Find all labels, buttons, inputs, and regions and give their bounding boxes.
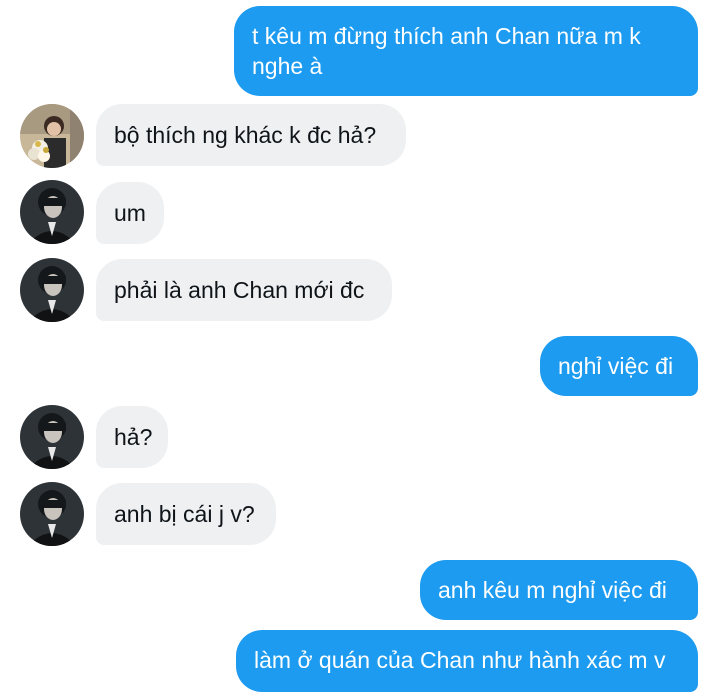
avatar[interactable] — [20, 482, 84, 546]
avatar[interactable] — [20, 258, 84, 322]
message-text: nghỉ việc đi — [558, 353, 674, 379]
outgoing-message[interactable]: nghỉ việc đi — [540, 336, 698, 396]
outgoing-message[interactable]: anh kêu m nghỉ việc đi — [420, 560, 698, 620]
conversation-view: { "conversation": { "messages": [ {"send… — [0, 0, 720, 697]
avatar[interactable] — [20, 405, 84, 469]
message-text: hả? — [114, 424, 153, 450]
message-text: phải là anh Chan mới đc — [114, 277, 365, 303]
profile-photo-icon — [20, 405, 84, 469]
message-text: anh bị cái j v? — [114, 501, 255, 527]
outgoing-message[interactable]: t kêu m đừng thích anh Chan nữa m k nghe… — [234, 6, 698, 96]
avatar[interactable] — [20, 180, 84, 244]
profile-photo-icon — [20, 482, 84, 546]
message-text: um — [114, 200, 146, 226]
message-text: làm ở quán của Chan như hành xác m v — [254, 647, 666, 673]
incoming-message[interactable]: hả? — [96, 406, 168, 468]
profile-photo-icon — [20, 104, 84, 168]
profile-photo-icon — [20, 180, 84, 244]
profile-photo-icon — [20, 258, 84, 322]
message-text-line: t kêu m đừng thích anh Chan nữa m k — [252, 23, 641, 49]
message-text-line: nghe à — [252, 53, 323, 79]
outgoing-message[interactable]: làm ở quán của Chan như hành xác m v — [236, 630, 698, 692]
avatar[interactable] — [20, 104, 84, 168]
incoming-message[interactable]: anh bị cái j v? — [96, 483, 276, 545]
incoming-message[interactable]: phải là anh Chan mới đc — [96, 259, 392, 321]
incoming-message[interactable]: um — [96, 182, 164, 244]
message-text: bộ thích ng khác k đc hả? — [114, 122, 377, 148]
message-text: anh kêu m nghỉ việc đi — [438, 577, 667, 603]
incoming-message[interactable]: bộ thích ng khác k đc hả? — [96, 104, 406, 166]
